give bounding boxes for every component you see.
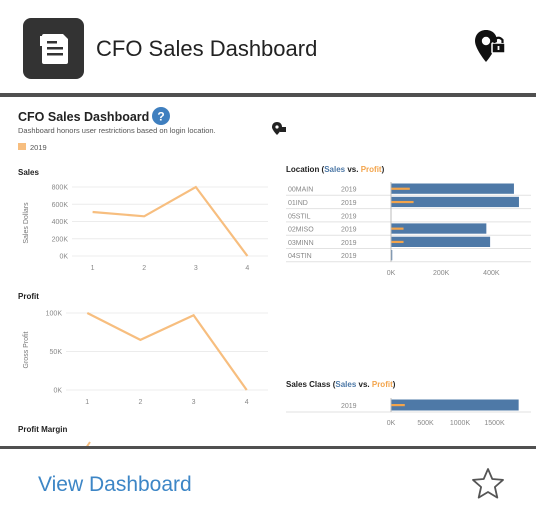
x-tick-label: 3	[192, 399, 196, 406]
profit-chart-title: Profit	[18, 292, 39, 301]
year-label: 2019	[341, 253, 357, 260]
y-tick-label: 600K	[52, 202, 69, 209]
location-lock-icon	[472, 28, 508, 64]
svg-text:?: ?	[157, 110, 164, 124]
location-label: 05STIL	[288, 213, 311, 220]
location-chart-title: Location (Sales vs. Profit)	[286, 165, 385, 174]
year-label: 2019	[341, 213, 357, 220]
profit-bar	[391, 187, 410, 190]
location-label: 01IND	[288, 200, 308, 207]
sales-class-chart-title: Sales Class (Sales vs. Profit)	[286, 380, 396, 389]
profit-bar	[391, 227, 404, 230]
location-label: 03MINN	[288, 240, 314, 247]
year-label: 2019	[341, 187, 357, 194]
x-tick-label: 2	[138, 399, 142, 406]
dashboard-thumbnail[interactable]: CFO Sales Dashboard ? Dashboard honors u…	[10, 98, 536, 446]
y-tick-label: 400K	[52, 219, 69, 226]
sales-bar	[391, 223, 487, 234]
location-label: 02MISO	[288, 227, 314, 234]
star-outline-icon[interactable]	[470, 466, 506, 502]
x-tick-label: 1500K	[484, 420, 505, 427]
x-tick-label: 0K	[387, 420, 396, 427]
location-label: 04STIN	[288, 253, 312, 260]
legend-swatch	[18, 143, 26, 150]
thumb-subtitle: Dashboard honors user restrictions based…	[18, 126, 216, 135]
view-dashboard-link[interactable]: View Dashboard	[38, 472, 192, 498]
x-tick-label: 3	[194, 265, 198, 272]
x-tick-label: 2	[142, 265, 146, 272]
profit-y-label: Gross Profit	[23, 331, 30, 368]
footer-divider	[0, 446, 536, 449]
header-divider	[0, 93, 536, 97]
document-icon	[23, 18, 84, 79]
x-tick-label: 0K	[387, 270, 396, 277]
x-tick-label: 4	[245, 265, 249, 272]
year-label: 2019	[341, 240, 357, 247]
x-tick-label: 200K	[433, 270, 450, 277]
y-tick-label: 800K	[52, 185, 69, 192]
sales-bar	[391, 399, 519, 411]
year-label: 2019	[341, 403, 357, 410]
dashboard-preview: CFO Sales Dashboard ? Dashboard honors u…	[18, 107, 531, 446]
location-label: 00MAIN	[288, 187, 313, 194]
y-tick-label: 0K	[53, 388, 62, 395]
x-tick-label: 1000K	[450, 420, 471, 427]
card-header: CFO Sales Dashboard	[0, 0, 536, 95]
sales-chart-title: Sales	[18, 168, 39, 177]
card-title: CFO Sales Dashboard	[96, 36, 318, 61]
profit-margin-title: Profit Margin	[18, 425, 67, 434]
help-icon: ?	[152, 107, 170, 125]
x-tick-label: 500K	[417, 420, 434, 427]
y-tick-label: 50K	[50, 349, 63, 356]
year-label: 2019	[341, 227, 357, 234]
y-tick-label: 0K	[59, 254, 68, 261]
location-lock-mini-icon	[272, 122, 286, 135]
y-tick-label: 200K	[52, 236, 69, 243]
profit-bar	[391, 240, 404, 244]
x-tick-label: 1	[85, 399, 89, 406]
year-label: 2019	[341, 200, 357, 207]
profit-bar	[391, 404, 405, 407]
profit-bar	[391, 200, 414, 204]
x-tick-label: 4	[245, 399, 249, 406]
sales-bar	[391, 236, 491, 247]
thumb-title: CFO Sales Dashboard	[18, 110, 149, 124]
x-tick-label: 400K	[483, 270, 500, 277]
legend-year: 2019	[30, 143, 47, 152]
x-tick-label: 1	[91, 265, 95, 272]
sales-y-label: Sales Dollars	[23, 202, 30, 244]
y-tick-label: 100K	[46, 311, 63, 318]
